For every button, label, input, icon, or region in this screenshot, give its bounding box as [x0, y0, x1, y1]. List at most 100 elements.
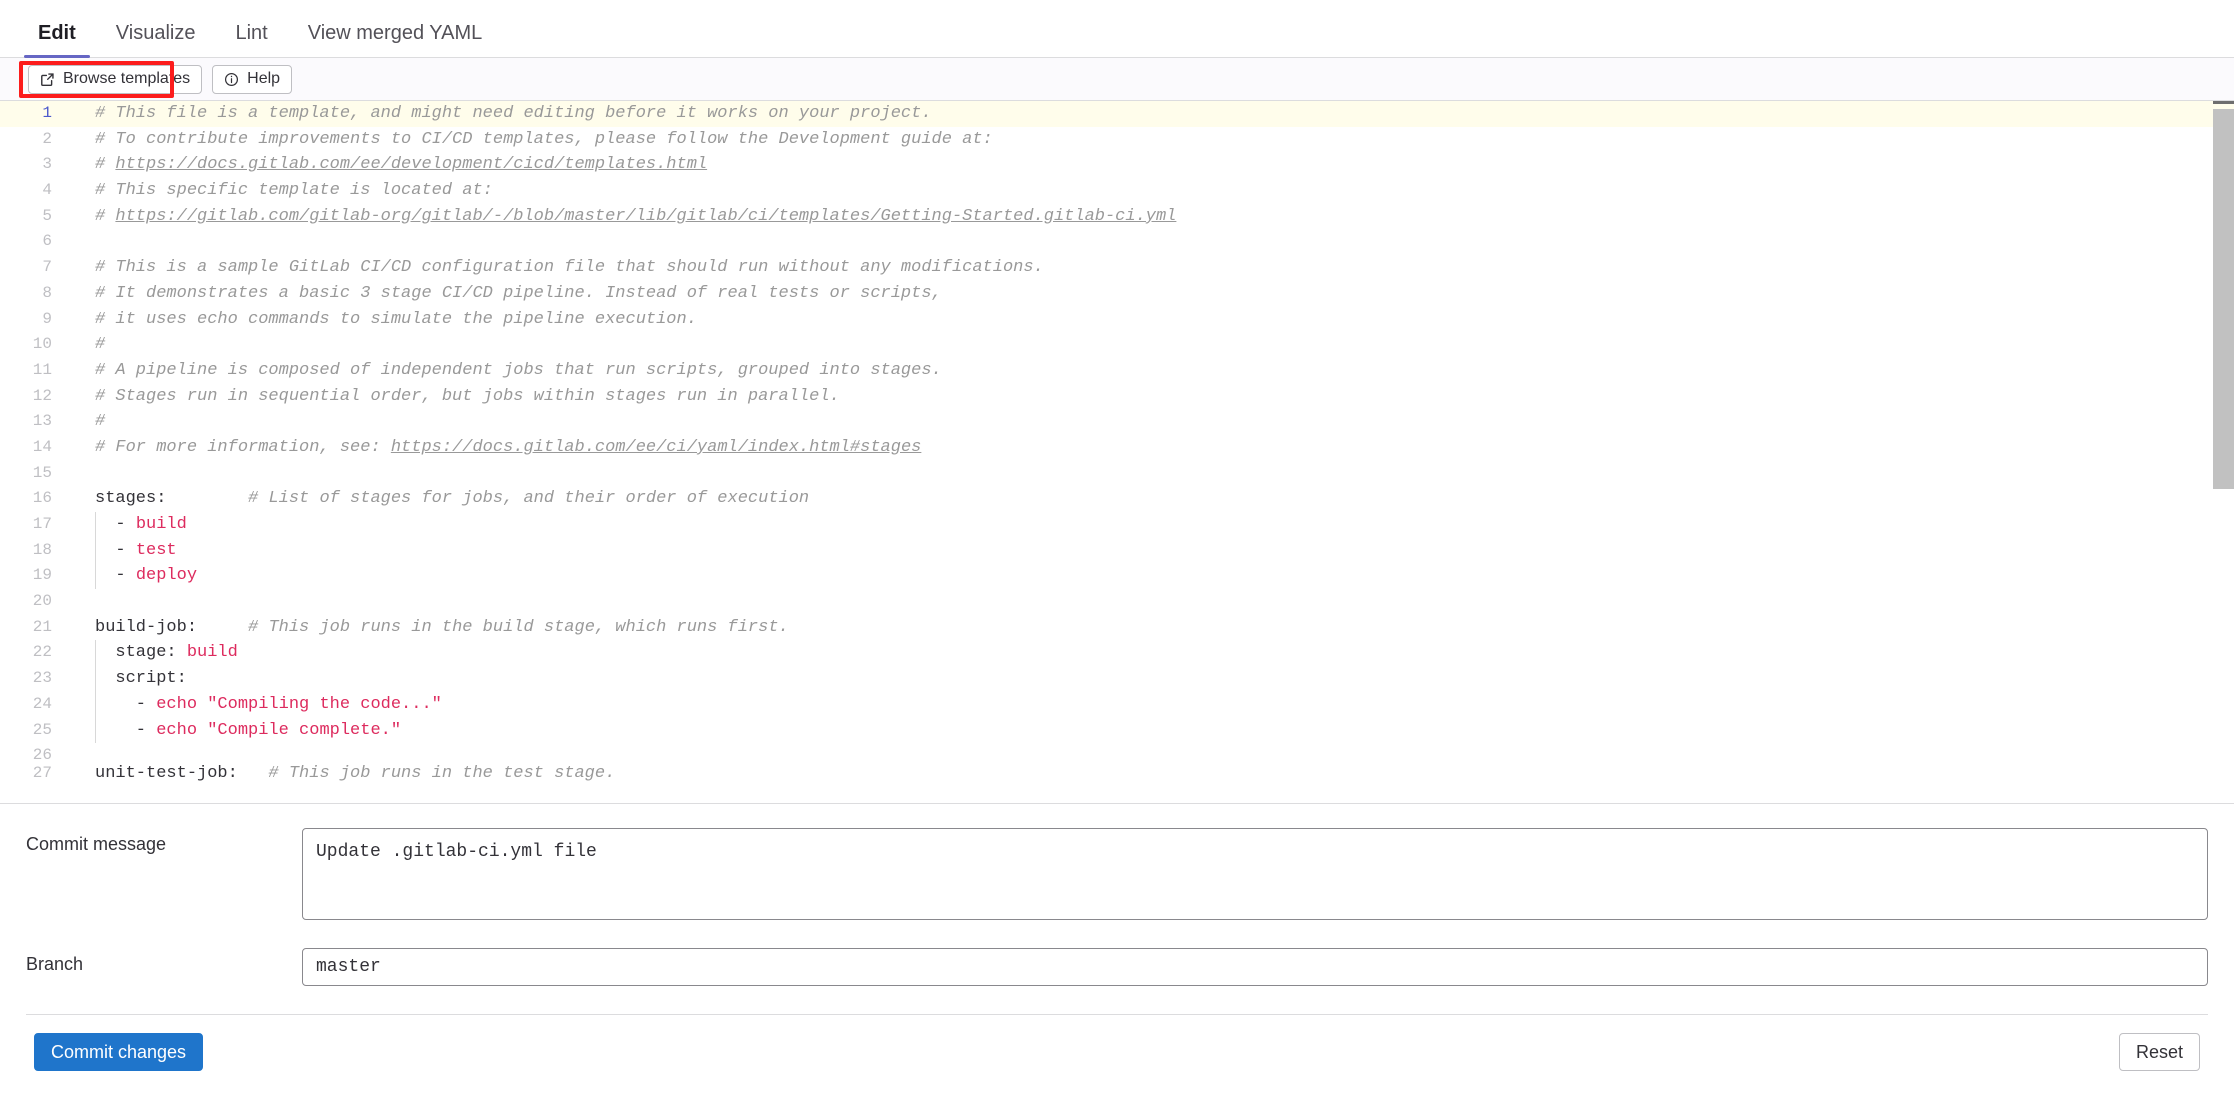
reset-button[interactable]: Reset — [2118, 1033, 2200, 1071]
code-line-content: - echo "Compiling the code..." — [76, 691, 2234, 718]
branch-input[interactable] — [302, 948, 2208, 986]
commit-message-label: Commit message — [26, 834, 167, 854]
code-line-content: build-job: # This job runs in the build … — [76, 615, 2234, 641]
code-token-cmt: # This job runs in the test stage. — [237, 764, 616, 784]
tab-view-merged-yaml[interactable]: View merged YAML — [294, 23, 497, 57]
line-number: 22 — [32, 643, 52, 662]
code-url-link[interactable]: https://gitlab.com/gitlab-org/gitlab/-/b… — [115, 207, 1176, 226]
line-number: 16 — [32, 489, 52, 508]
code-lines-container: 1 # This file is a template, and might ne… — [0, 101, 2234, 803]
tab-edit[interactable]: Edit — [24, 22, 90, 58]
code-token-cmt: # To contribute improvements to CI/CD te… — [95, 129, 993, 149]
code-token-cmt: # it uses echo commands to simulate the … — [95, 309, 697, 329]
line-number: 18 — [32, 540, 52, 559]
indent-guide — [95, 563, 96, 590]
code-line-content: # This specific template is located at: — [76, 178, 2234, 204]
code-token-cmt: # — [95, 412, 106, 432]
code-token-val: echo "Compile complete." — [156, 720, 402, 740]
code-token-key: stage: — [95, 643, 187, 663]
line-number: 13 — [32, 412, 52, 431]
code-line-content: stages: # List of stages for jobs, and t… — [76, 486, 2234, 512]
editor-scrollbar-track[interactable] — [2213, 101, 2234, 803]
yaml-code-editor[interactable]: 1 # This file is a template, and might ne… — [0, 101, 2234, 804]
code-url-link[interactable]: https://docs.gitlab.com/ee/ci/yaml/index… — [391, 438, 922, 457]
commit-message-input[interactable]: Update .gitlab-ci.yml file — [302, 828, 2208, 920]
editor-tab-bar: Edit Visualize Lint View merged YAML — [0, 0, 2234, 58]
form-actions-footer: Commit changes Reset — [26, 1014, 2208, 1089]
code-line: 25 - echo "Compile complete." — [0, 717, 2234, 744]
line-number: 4 — [42, 181, 52, 200]
code-token-val: build — [186, 643, 238, 663]
tab-edit-label: Edit — [38, 22, 76, 44]
code-line: 21 build-job: # This job runs in the buil… — [0, 615, 2234, 641]
commit-changes-button[interactable]: Commit changes — [34, 1033, 204, 1071]
code-line: 19 - deploy — [0, 563, 2234, 590]
code-url-link[interactable]: https://docs.gitlab.com/ee/development/c… — [115, 155, 707, 174]
line-number: 27 — [32, 764, 52, 783]
code-token-punct: - — [95, 540, 136, 560]
line-number: 25 — [32, 720, 52, 739]
code-line-content: # https://docs.gitlab.com/ee/development… — [76, 152, 2234, 178]
code-line-content: # it uses echo commands to simulate the … — [76, 307, 2234, 333]
browse-templates-button[interactable]: Browse templates — [28, 64, 203, 94]
branch-label: Branch — [26, 954, 84, 974]
code-token-key: script: — [95, 669, 187, 689]
code-line-content: unit-test-job: # This job runs in the te… — [76, 761, 2234, 787]
code-token-cmt: # For more information, see: — [95, 437, 391, 457]
line-number: 12 — [32, 386, 52, 405]
code-token-cmt: # It demonstrates a basic 3 stage CI/CD … — [95, 283, 942, 303]
code-line: 14 # For more information, see: https://d… — [0, 435, 2234, 461]
line-number: 14 — [32, 437, 52, 456]
code-line: 22 stage: build — [0, 640, 2234, 667]
tab-lint[interactable]: Lint — [221, 23, 281, 57]
code-line: 13 # — [0, 409, 2234, 435]
code-line-content: # A pipeline is composed of independent … — [76, 358, 2234, 384]
code-token-key: build-job: — [95, 617, 198, 637]
code-line: 17 - build — [0, 512, 2234, 538]
indent-guide — [95, 691, 96, 718]
code-line-content: # — [76, 409, 2234, 435]
code-token-cmt: # This job runs in the build stage, whic… — [197, 617, 789, 637]
line-number: 19 — [32, 566, 52, 585]
code-token-val: test — [135, 540, 177, 560]
line-number: 23 — [32, 669, 52, 688]
code-line-content: # https://gitlab.com/gitlab-org/gitlab/-… — [76, 204, 2234, 230]
commit-message-row: Commit message Update .gitlab-ci.yml fil… — [26, 828, 2208, 920]
help-button[interactable]: Help — [212, 64, 293, 94]
tab-visualize[interactable]: Visualize — [102, 23, 210, 57]
editor-toolbar: Browse templates Help — [0, 58, 2234, 101]
browse-templates-label: Browse templates — [63, 70, 191, 87]
line-number: 17 — [32, 515, 52, 533]
line-number: 10 — [32, 335, 52, 354]
code-line: 1 # This file is a template, and might ne… — [0, 101, 2234, 127]
code-token-val: deploy — [135, 566, 198, 586]
code-line-content: # This file is a template, and might nee… — [76, 101, 2234, 127]
code-token-cmt: # — [95, 335, 106, 355]
code-token-val: echo "Compiling the code..." — [156, 694, 442, 714]
code-line: 7 # This is a sample GitLab CI/CD configu… — [0, 255, 2234, 281]
tab-visualize-label: Visualize — [115, 22, 196, 44]
code-line: 8 # It demonstrates a basic 3 stage CI/CD… — [0, 281, 2234, 307]
code-line-content: script: — [76, 666, 2234, 692]
code-line: 10 # — [0, 332, 2234, 358]
line-number: 20 — [32, 592, 52, 611]
code-token-cmt: # — [95, 206, 116, 226]
line-number: 21 — [32, 617, 52, 636]
code-line-content: - test — [76, 537, 2234, 564]
code-token-cmt: # — [95, 155, 116, 175]
line-number: 3 — [42, 155, 52, 174]
code-token-cmt: # Stages run in sequential order, but jo… — [95, 386, 840, 406]
code-line: 16 stages: # List of stages for jobs, and… — [0, 486, 2234, 512]
code-line-content: stage: build — [76, 640, 2234, 667]
editor-scrollbar-thumb[interactable] — [2213, 109, 2234, 489]
code-line-content: # It demonstrates a basic 3 stage CI/CD … — [76, 281, 2234, 307]
line-number: 5 — [42, 206, 52, 225]
code-line-content: - build — [76, 512, 2234, 538]
code-line: 12 # Stages run in sequential order, but … — [0, 384, 2234, 410]
code-token-cmt: # This file is a template, and might nee… — [95, 104, 932, 123]
code-line: 9 # it uses echo commands to simulate the… — [0, 307, 2234, 333]
indent-guide — [95, 512, 96, 538]
code-line: 6 — [0, 229, 2234, 255]
line-number: 8 — [42, 283, 52, 302]
code-token-punct: - — [95, 694, 157, 714]
